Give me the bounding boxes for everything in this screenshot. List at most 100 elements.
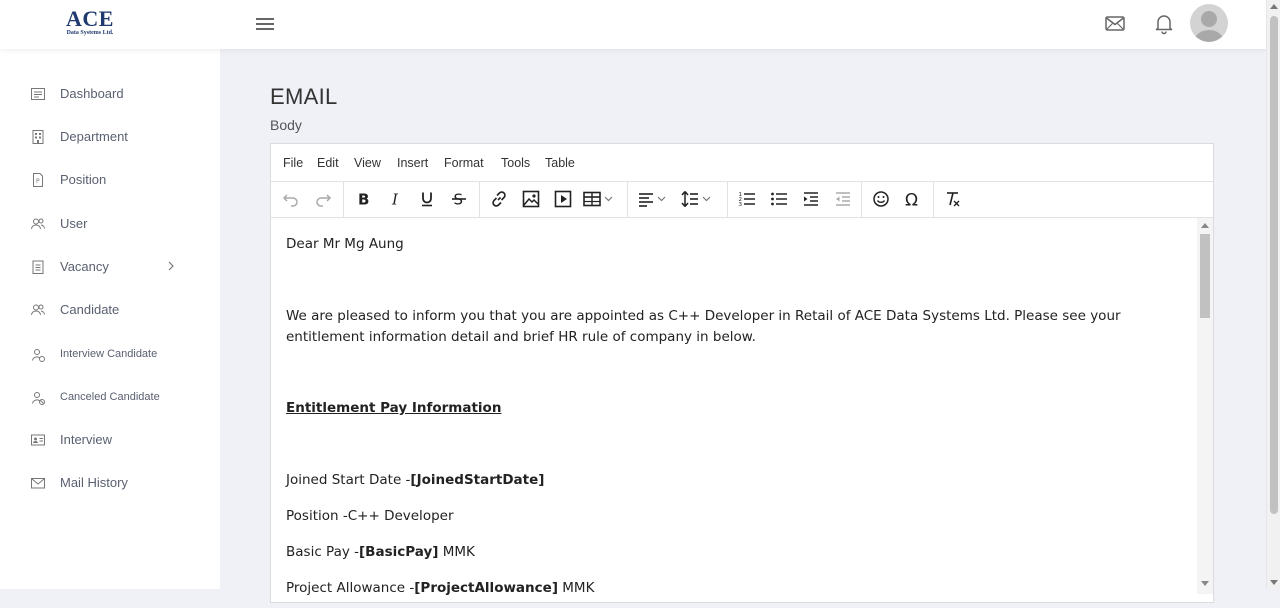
sidebar-item-user[interactable]: User [0, 209, 220, 239]
project-allowance-unit: MMK [557, 580, 595, 596]
editor-content-area[interactable]: Dear Mr Mg Aung We are pleased to inform… [271, 218, 1197, 608]
sidebar-item-mail-history[interactable]: Mail History [0, 468, 220, 498]
sidebar-item-label: Mail History [60, 475, 128, 490]
logo-sub-text: Data Systems Ltd. [66, 30, 114, 36]
users-icon [31, 304, 46, 316]
undo-icon[interactable] [279, 187, 303, 211]
menu-tools[interactable]: Tools [501, 156, 530, 170]
rich-text-editor: File Edit View Insert Format Tools Table… [270, 143, 1214, 603]
bold-icon[interactable]: B [351, 187, 375, 211]
link-icon[interactable] [487, 187, 511, 211]
sidebar-item-candidate[interactable]: Candidate [0, 295, 220, 325]
editor-scroll-up-icon[interactable] [1201, 223, 1209, 228]
sidebar-item-label: Interview Candidate [60, 348, 158, 360]
section-heading: Entitlement Pay Information [286, 398, 501, 419]
bullet-list-icon[interactable] [767, 187, 791, 211]
svg-text:3: 3 [739, 202, 743, 208]
menu-insert[interactable]: Insert [397, 156, 428, 170]
svg-text:P: P [36, 178, 40, 185]
sidebar-item-label: Department [60, 129, 128, 144]
building-icon [32, 130, 44, 144]
numbered-list-icon[interactable]: 123 [735, 187, 759, 211]
menu-toggle-icon[interactable] [256, 15, 274, 31]
sidebar-item-interview[interactable]: Interview [0, 425, 220, 455]
basic-pay-placeholder: [BasicPay] [359, 544, 439, 560]
sidebar-item-label: Position [60, 172, 107, 187]
svg-text:Ω: Ω [905, 191, 918, 210]
editor-scrollbar[interactable] [1197, 218, 1213, 594]
project-allowance-placeholder: [ProjectAllowance] [414, 580, 558, 596]
joined-placeholder: [JoinedStartDate] [410, 472, 545, 488]
mail-icon[interactable] [1103, 11, 1127, 35]
sidebar-item-interview-candidate[interactable]: Interview Candidate [0, 340, 220, 370]
underline-icon[interactable] [415, 187, 439, 211]
line-height-icon[interactable] [679, 187, 719, 211]
menu-format[interactable]: Format [444, 156, 484, 170]
menu-view[interactable]: View [354, 156, 381, 170]
italic-icon[interactable]: I [383, 187, 407, 211]
special-character-icon[interactable]: Ω [901, 187, 925, 211]
sidebar-item-department[interactable]: Department [0, 122, 220, 152]
sidebar: Dashboard Department P Position User Vac… [0, 49, 220, 589]
emoji-icon[interactable] [869, 187, 893, 211]
sidebar-item-label: Vacancy [60, 259, 109, 274]
menu-edit[interactable]: Edit [317, 156, 339, 170]
user-avatar[interactable] [1190, 4, 1228, 42]
top-bar: ACE Data Systems Ltd. [0, 0, 1266, 49]
document-icon: P [33, 173, 43, 187]
section-heading-text: Entitlement Pay Information [286, 400, 502, 416]
redo-icon[interactable] [311, 187, 335, 211]
position-line: Position -C++ Developer [286, 508, 454, 524]
user-x-icon [32, 392, 45, 405]
sidebar-item-position[interactable]: P Position [0, 165, 220, 195]
basic-pay-label: Basic Pay - [286, 544, 359, 560]
sidebar-item-vacancy[interactable]: Vacancy [0, 252, 220, 282]
email-greeting: Dear Mr Mg Aung [286, 236, 404, 252]
scroll-up-arrow-icon[interactable] [1270, 4, 1278, 9]
table-icon[interactable] [581, 187, 621, 211]
menu-table[interactable]: Table [545, 156, 575, 170]
clear-formatting-icon[interactable] [941, 187, 965, 211]
sidebar-item-dashboard[interactable]: Dashboard [0, 79, 220, 109]
scroll-down-arrow-icon[interactable] [1270, 580, 1278, 585]
sidebar-item-label: Dashboard [60, 86, 124, 101]
outdent-icon[interactable] [831, 187, 855, 211]
editor-scroll-down-icon[interactable] [1201, 581, 1209, 586]
joined-label: Joined Start Date - [286, 472, 411, 488]
editor-menubar: File Edit View Insert Format Tools Table [271, 144, 1213, 182]
sidebar-item-label: Canceled Candidate [60, 391, 160, 403]
user-check-icon [32, 349, 45, 362]
users-icon [31, 218, 46, 230]
align-left-icon[interactable] [635, 187, 675, 211]
logo-main-text: ACE [66, 6, 114, 31]
mail-icon [31, 478, 45, 489]
email-intro-paragraph: We are pleased to inform you that you ar… [286, 308, 1121, 345]
indent-icon[interactable] [799, 187, 823, 211]
page-scroll-thumb[interactable] [1270, 16, 1278, 514]
strikethrough-icon[interactable]: S [447, 187, 471, 211]
basic-pay-unit: MMK [438, 544, 475, 560]
editor-toolbar: B I S 123 [271, 181, 1213, 218]
id-card-icon [31, 434, 45, 446]
editor-scroll-thumb[interactable] [1200, 234, 1210, 318]
sidebar-item-label: Candidate [60, 302, 120, 317]
bell-icon[interactable] [1152, 11, 1176, 35]
page-title: EMAIL [270, 84, 338, 109]
joined-start-date-line: Joined Start Date -[JoinedStartDate] [286, 470, 544, 491]
basic-pay-line: Basic Pay -[BasicPay] MMK [286, 542, 475, 563]
media-icon[interactable] [551, 187, 575, 211]
sidebar-item-label: User [60, 216, 88, 231]
chevron-right-icon[interactable] [165, 260, 177, 272]
body-field-label: Body [270, 117, 302, 133]
sidebar-item-canceled-candidate[interactable]: Canceled Candidate [0, 383, 220, 413]
svg-text:I: I [391, 191, 399, 209]
company-logo[interactable]: ACE Data Systems Ltd. [60, 8, 120, 37]
dashboard-icon [31, 88, 45, 100]
image-icon[interactable] [519, 187, 543, 211]
project-allowance-label: Project Allowance - [286, 580, 415, 596]
svg-text:B: B [358, 191, 369, 209]
clipboard-icon [32, 260, 44, 274]
sidebar-item-label: Interview [60, 432, 113, 447]
menu-file[interactable]: File [283, 156, 303, 170]
page-scrollbar[interactable] [1266, 0, 1280, 589]
